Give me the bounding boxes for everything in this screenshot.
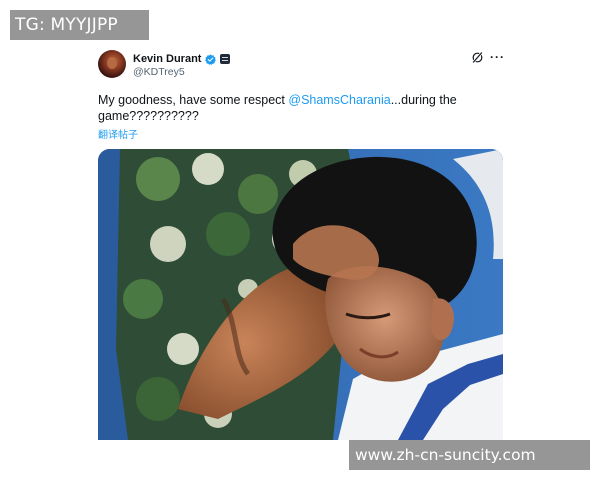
display-name[interactable]: Kevin Durant [133, 53, 201, 65]
watermark-bottom-right: www.zh-cn-suncity.com [349, 440, 590, 470]
watermark-top-left: TG: MYYJJPP [10, 10, 149, 40]
grok-icon[interactable] [471, 51, 484, 64]
video-thumbnail-image [98, 149, 503, 440]
translate-post-link[interactable]: 翻译帖子 [98, 126, 138, 141]
tweet-text: My goodness, have some respect @ShamsCha… [98, 92, 488, 124]
author-handle[interactable]: @KDTrey5 [133, 66, 185, 78]
more-icon[interactable]: ··· [490, 50, 505, 64]
mention-link[interactable]: @ShamsCharania [288, 93, 390, 107]
author-name-row: Kevin Durant [133, 52, 231, 66]
verified-badge-icon [205, 53, 217, 65]
affiliation-badge-icon [220, 54, 231, 64]
avatar[interactable] [98, 50, 126, 78]
avatar-face [107, 57, 117, 69]
tweet-media[interactable] [98, 149, 503, 440]
tweet-text-start: My goodness, have some respect [98, 93, 289, 107]
